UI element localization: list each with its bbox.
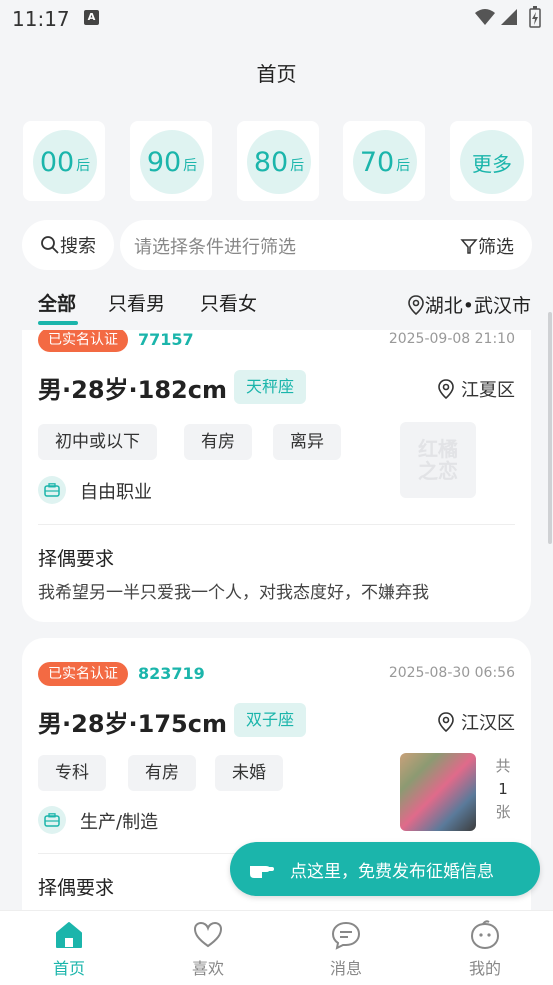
pointing-hand-icon (248, 858, 276, 880)
verified-badge: 已实名认证 (38, 662, 128, 686)
age-filter-number: 80 (253, 146, 289, 178)
photo-count-prefix: 共 (495, 757, 511, 775)
page-title: 首页 (256, 62, 297, 86)
filter-placeholder: 请选择条件进行筛选 (134, 237, 296, 258)
filter-icon (460, 239, 478, 254)
nav-home-label: 首页 (52, 959, 85, 978)
age-filter-00[interactable]: 00 后 (23, 121, 105, 201)
heart-icon (193, 921, 223, 948)
nav-likes[interactable]: 喜欢 (168, 911, 248, 985)
profile-photo[interactable] (400, 753, 476, 831)
post-date: 2025-09-08 21:10 (388, 331, 515, 347)
district: 江汉区 (437, 709, 515, 735)
location-pin-icon (438, 712, 454, 733)
publish-cta-button[interactable]: 点这里，免费发布征婚信息 (230, 842, 540, 896)
district: 江夏区 (437, 376, 515, 402)
tab-female-only[interactable]: 只看女 (200, 289, 257, 316)
profile-headline: 男·28岁·175cm (38, 710, 227, 738)
age-filter-suffix: 后 (76, 158, 91, 174)
tab-active-indicator (38, 321, 78, 325)
post-date: 2025-08-30 06:56 (388, 665, 515, 681)
district-label: 江汉区 (461, 713, 515, 734)
profile-icon (470, 920, 500, 950)
battery-icon (529, 6, 541, 28)
age-filter-90[interactable]: 90 后 (130, 121, 212, 201)
age-filter-suffix: 后 (290, 158, 305, 174)
requirement-text: 我希望另一半只爱我一个人，对我态度好，不嫌弃我 (38, 583, 429, 603)
profile-id: 823719 (138, 664, 205, 683)
age-filter-suffix: 后 (183, 158, 198, 174)
tag-housing: 有房 (128, 755, 196, 791)
occupation: 自由职业 (80, 482, 152, 503)
requirement-title: 择偶要求 (38, 877, 115, 899)
profile-id: 77157 (138, 330, 194, 349)
tag-marital: 离异 (273, 424, 341, 460)
nav-messages-label: 消息 (329, 959, 362, 978)
age-filter-number: 70 (359, 146, 395, 178)
location-pin-icon (438, 379, 454, 400)
tag-housing: 有房 (184, 424, 252, 460)
briefcase-icon (38, 806, 66, 834)
age-filter-number: 00 (39, 146, 75, 178)
watermark-placeholder: 红橘之恋 (400, 422, 476, 498)
tag-education: 初中或以下 (38, 424, 157, 460)
app-notification-icon: A (84, 10, 99, 25)
zodiac-badge: 双子座 (234, 703, 307, 737)
age-filter-70[interactable]: 70 后 (343, 121, 425, 201)
bottom-nav: 首页 喜欢 消息 我的 (0, 910, 553, 985)
district-label: 江夏区 (461, 380, 515, 401)
wifi-icon (475, 9, 495, 25)
age-filter-number: 90 (146, 146, 182, 178)
nav-likes-label: 喜欢 (191, 959, 224, 978)
search-icon (41, 236, 59, 254)
age-filter-suffix: 后 (396, 158, 411, 174)
tab-all[interactable]: 全部 (38, 289, 76, 316)
age-filter-more[interactable]: 更多 (450, 121, 532, 201)
zodiac-badge: 天秤座 (234, 370, 307, 404)
message-icon (331, 921, 361, 950)
filter-bar[interactable]: 请选择条件进行筛选 筛选 (120, 220, 532, 270)
status-time: 11:17 (12, 7, 70, 31)
profile-card[interactable]: 已实名认证 77157 2025-09-08 21:10 男·28岁·182cm… (22, 330, 531, 622)
tab-male-only[interactable]: 只看男 (108, 289, 165, 316)
search-button[interactable]: 搜索 (22, 220, 114, 270)
home-icon (56, 922, 82, 948)
photo-count-suffix: 张 (495, 803, 511, 821)
briefcase-icon (38, 476, 66, 504)
verified-badge: 已实名认证 (38, 330, 128, 352)
tag-education: 专科 (38, 755, 106, 791)
watermark-text: 红橘之恋 (418, 437, 458, 483)
divider (38, 524, 515, 525)
nav-messages[interactable]: 消息 (306, 911, 386, 985)
status-bar: 11:17 A (0, 0, 553, 36)
photo-count-number: 1 (498, 780, 508, 798)
filter-button[interactable]: 筛选 (460, 233, 514, 259)
location-selector[interactable]: 湖北•武汉市 (407, 291, 531, 318)
search-button-label: 搜索 (60, 236, 96, 257)
publish-cta-label: 点这里，免费发布征婚信息 (290, 861, 494, 882)
age-filter-80[interactable]: 80 后 (237, 121, 319, 201)
nav-profile[interactable]: 我的 (445, 911, 525, 985)
filter-label: 筛选 (478, 237, 514, 258)
profile-headline: 男·28岁·182cm (38, 376, 227, 404)
tag-marital: 未婚 (215, 755, 283, 791)
photo-count: 共 1 张 (493, 755, 513, 824)
location-pin-icon (407, 294, 424, 315)
occupation: 生产/制造 (80, 812, 159, 833)
nav-home[interactable]: 首页 (29, 911, 109, 985)
signal-icon (501, 9, 517, 25)
nav-profile-label: 我的 (468, 959, 501, 978)
age-filter-more-label: 更多 (460, 130, 524, 194)
requirement-title: 择偶要求 (38, 548, 115, 570)
location-label: 湖北•武汉市 (424, 295, 531, 317)
scrollbar[interactable] (548, 312, 552, 544)
